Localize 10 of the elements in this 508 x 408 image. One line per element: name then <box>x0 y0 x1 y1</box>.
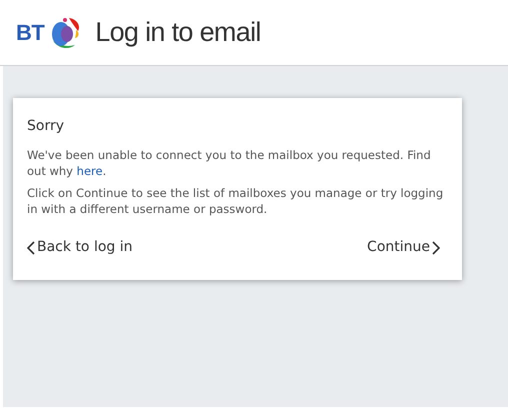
back-to-log-in-link[interactable]: Back to log in <box>27 237 132 258</box>
instructions-text: Click on Continue to see the list of mailboxes you manage or try logging in with a different username or password. <box>27 185 444 217</box>
dialog-title: Sorry <box>27 117 66 136</box>
chevron-left-icon <box>27 240 35 254</box>
continue-link[interactable]: Continue <box>367 237 440 258</box>
here-link[interactable]: here <box>76 164 103 178</box>
error-message: We've been unable to connect you to the mailbox you requested. Find out why here. <box>27 147 432 179</box>
logo-text: BT <box>16 19 44 47</box>
page-title: Log in to email <box>95 16 261 50</box>
chevron-right-icon <box>432 240 440 254</box>
